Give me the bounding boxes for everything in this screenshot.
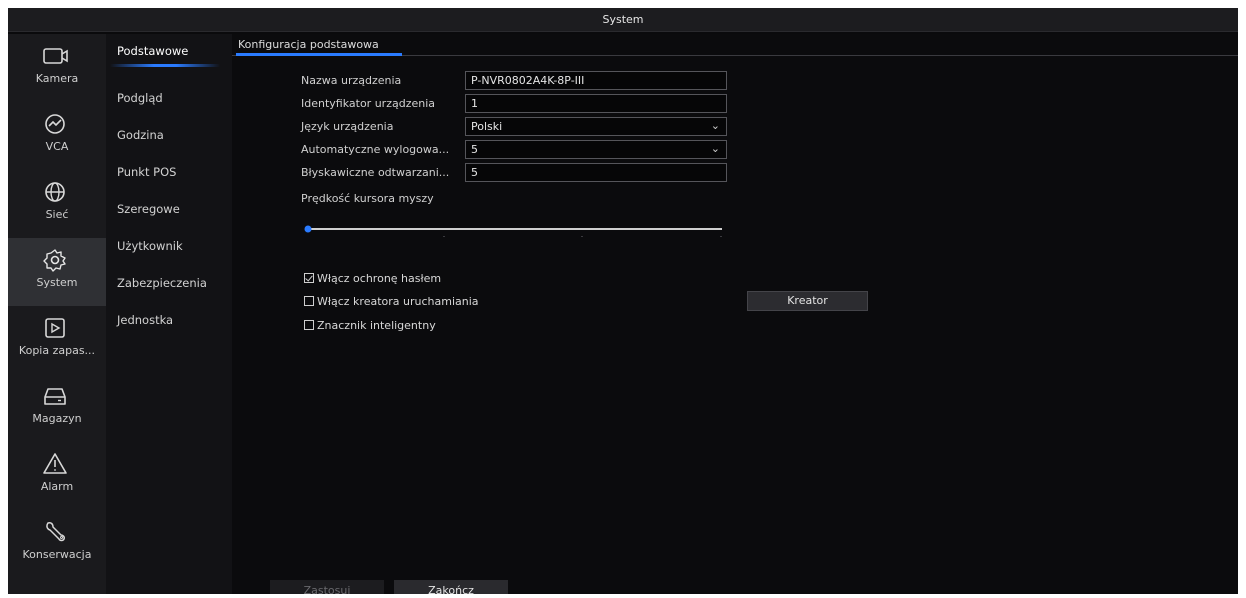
backup-icon xyxy=(45,318,65,338)
device-name-label: Nazwa urządzenia xyxy=(301,74,402,87)
title-bar: System xyxy=(8,8,1238,32)
language-value: Polski xyxy=(471,120,503,133)
sub-item-punkt-pos[interactable]: Punkt POS xyxy=(117,165,176,179)
device-name-field[interactable]: P-NVR0802A4K-8P-III xyxy=(465,71,727,90)
chevron-down-icon: ⌄ xyxy=(710,119,720,132)
smart-marker-checkbox[interactable] xyxy=(304,320,314,330)
sub-item-zabezpieczenia[interactable]: Zabezpieczenia xyxy=(117,276,207,290)
app-window: System Kamera VCA Sieć System Kopia zapa… xyxy=(8,8,1238,594)
slider-thumb[interactable] xyxy=(304,225,312,233)
main-nav: Kamera VCA Sieć System Kopia zapas... Ma… xyxy=(8,34,106,594)
smart-marker-row[interactable]: Znacznik inteligentny xyxy=(304,319,436,332)
nav-item-siec[interactable]: Sieć xyxy=(8,170,106,238)
smart-marker-label: Znacznik inteligentny xyxy=(317,319,436,332)
gear-icon xyxy=(43,249,66,272)
startup-wizard-checkbox[interactable] xyxy=(304,296,314,306)
password-protection-row[interactable]: Włącz ochronę hasłem xyxy=(304,272,441,285)
nav-label: Magazyn xyxy=(32,412,82,425)
instant-playback-value: 5 xyxy=(471,166,478,179)
exit-button[interactable]: Zakończ xyxy=(394,580,508,594)
password-protection-label: Włącz ochronę hasłem xyxy=(317,272,442,285)
device-id-field[interactable]: 1 xyxy=(465,94,727,113)
nav-item-kamera[interactable]: Kamera xyxy=(8,34,106,102)
sub-nav-active-indicator xyxy=(110,64,220,67)
nav-label: VCA xyxy=(45,140,69,153)
wizard-button[interactable]: Kreator xyxy=(747,291,868,311)
auto-logout-label: Automatyczne wylogowa... xyxy=(301,143,450,156)
nav-label: Sieć xyxy=(45,208,69,221)
tab-basic-config[interactable]: Konfiguracja podstawowa xyxy=(238,38,379,51)
auto-logout-value: 5 xyxy=(471,143,478,156)
auto-logout-select[interactable]: 5 ⌄ xyxy=(465,140,727,159)
language-label: Język urządzenia xyxy=(301,120,394,133)
language-select[interactable]: Polski ⌄ xyxy=(465,117,727,136)
startup-wizard-label: Włącz kreatora uruchamiania xyxy=(317,295,479,308)
tab-active-indicator xyxy=(236,53,402,56)
window-title: System xyxy=(602,13,644,26)
password-protection-checkbox[interactable] xyxy=(304,273,314,283)
startup-wizard-row[interactable]: Włącz kreatora uruchamiania xyxy=(304,295,479,308)
vca-icon xyxy=(45,114,65,134)
sub-item-godzina[interactable]: Godzina xyxy=(117,128,164,142)
storage-icon xyxy=(44,388,66,405)
sub-nav: Podstawowe Podgląd Godzina Punkt POS Sze… xyxy=(106,34,232,594)
sub-item-podstawowe[interactable]: Podstawowe xyxy=(117,44,188,58)
sub-item-szeregowe[interactable]: Szeregowe xyxy=(117,202,180,216)
nav-item-backup[interactable]: Kopia zapas... xyxy=(8,306,106,374)
globe-icon xyxy=(45,182,65,202)
nav-label: System xyxy=(36,276,78,289)
mouse-speed-slider[interactable] xyxy=(304,224,726,238)
nav-item-magazyn[interactable]: Magazyn xyxy=(8,374,106,442)
wrench-icon xyxy=(46,522,65,542)
chevron-down-icon: ⌄ xyxy=(710,142,720,155)
nav-item-konserwacja[interactable]: Konserwacja xyxy=(8,510,106,578)
nav-label: Kopia zapas... xyxy=(18,344,96,357)
nav-label: Alarm xyxy=(40,480,74,493)
mouse-speed-label: Prędkość kursora myszy xyxy=(301,192,434,205)
camera-icon xyxy=(43,48,68,64)
device-id-value: 1 xyxy=(471,97,478,110)
device-id-label: Identyfikator urządzenia xyxy=(301,97,435,110)
device-name-value: P-NVR0802A4K-8P-III xyxy=(471,74,585,87)
sub-item-uzytkownik[interactable]: Użytkownik xyxy=(117,239,183,253)
nav-item-alarm[interactable]: Alarm xyxy=(8,442,106,510)
alarm-icon xyxy=(43,453,67,474)
sub-item-jednostka[interactable]: Jednostka xyxy=(117,313,173,327)
nav-item-system[interactable]: System xyxy=(8,238,106,306)
nav-label: Konserwacja xyxy=(22,548,92,561)
sub-item-podglad[interactable]: Podgląd xyxy=(117,91,163,105)
instant-playback-label: Błyskawiczne odtwarzani... xyxy=(301,166,450,179)
nav-item-vca[interactable]: VCA xyxy=(8,102,106,170)
content-panel: Konfiguracja podstawowa Nazwa urządzenia… xyxy=(232,34,1238,594)
nav-label: Kamera xyxy=(35,72,79,85)
instant-playback-field[interactable]: 5 xyxy=(465,163,727,182)
tab-strip: Konfiguracja podstawowa xyxy=(232,34,1238,56)
apply-button[interactable]: Zastosuj xyxy=(270,580,384,594)
